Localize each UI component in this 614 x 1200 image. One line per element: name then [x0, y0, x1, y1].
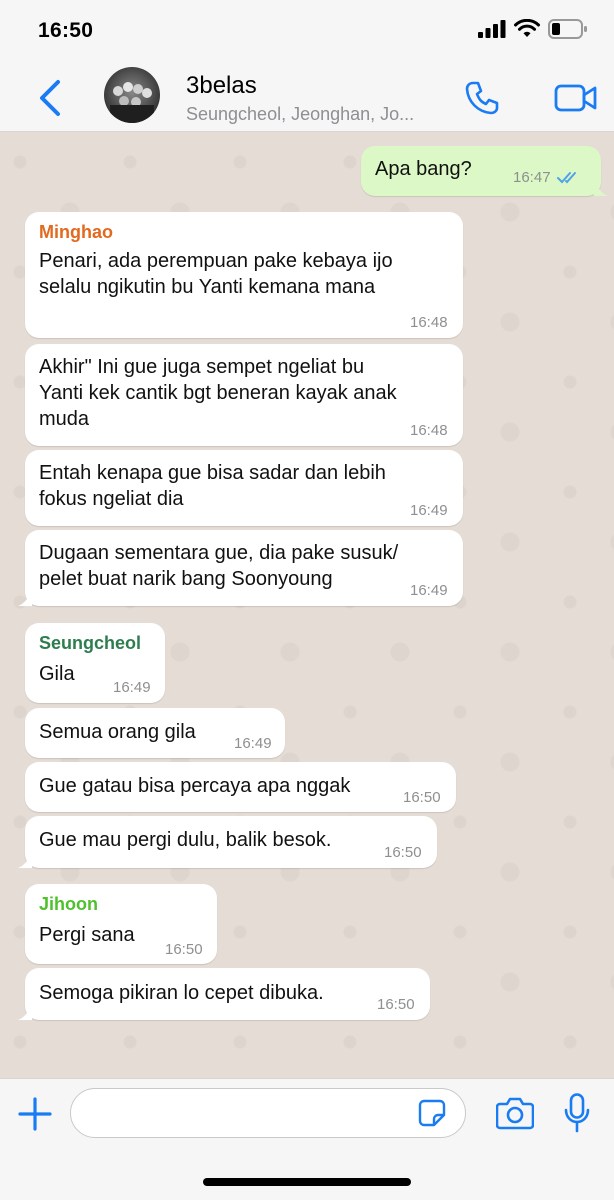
message-time: 16:50: [165, 941, 203, 958]
message-bubble-incoming[interactable]: Akhir" Ini gue juga sempet ngeliat bu Ya…: [25, 344, 463, 446]
message-text: Yanti kek cantik bgt beneran kayak anak: [39, 382, 397, 404]
sticker-icon: [418, 1099, 446, 1131]
message-text: Gue mau pergi dulu, balik besok.: [39, 829, 332, 851]
phone-icon: [464, 81, 500, 120]
microphone-icon: [564, 1093, 590, 1137]
bubble-tail: [18, 592, 32, 606]
message-list[interactable]: Apa bang? 16:47 Minghao Penari, ada pere…: [0, 132, 614, 1078]
bubble-tail: [18, 854, 32, 868]
message-time: 16:50: [377, 996, 415, 1013]
attach-button[interactable]: [18, 1097, 52, 1131]
message-text: Gue gatau bisa percaya apa nggak: [39, 775, 351, 797]
chat-header: 3belas Seungcheol, Jeonghan, Jo...: [0, 62, 614, 132]
camera-button[interactable]: [495, 1096, 535, 1130]
chevron-left-icon: [36, 80, 66, 122]
message-text: Semua orang gila: [39, 721, 196, 743]
back-button[interactable]: [36, 78, 66, 118]
message-time: 16:49: [113, 679, 151, 696]
message-text: Apa bang?: [375, 158, 472, 180]
message-text: Gila: [39, 663, 75, 685]
camera-icon: [495, 1097, 535, 1134]
sender-name: Minghao: [39, 222, 113, 242]
message-text: Akhir" Ini gue juga sempet ngeliat bu: [39, 356, 365, 378]
chat-participants[interactable]: Seungcheol, Jeonghan, Jo...: [186, 104, 452, 125]
message-time: 16:49: [234, 735, 272, 752]
message-time: 16:48: [410, 314, 448, 331]
message-text: Pergi sana: [39, 924, 135, 946]
message-bubble-incoming[interactable]: Entah kenapa gue bisa sadar dan lebih fo…: [25, 450, 463, 526]
message-time: 16:48: [410, 422, 448, 439]
message-time: 16:49: [410, 582, 448, 599]
message-text: Penari, ada perempuan pake kebaya ijo: [39, 250, 393, 272]
message-text: Entah kenapa gue bisa sadar dan lebih: [39, 462, 386, 484]
wifi-icon: [514, 18, 540, 43]
message-time: 16:50: [384, 844, 422, 861]
message-bubble-outgoing[interactable]: Apa bang? 16:47: [361, 146, 608, 196]
message-bubble-incoming[interactable]: Jihoon Pergi sana 16:50: [25, 884, 217, 964]
bubble-tail: [594, 182, 608, 196]
home-indicator: [203, 1178, 411, 1186]
message-bubble-incoming[interactable]: Dugaan sementara gue, dia pake susuk/ pe…: [18, 530, 463, 606]
message-text: Dugaan sementara gue, dia pake susuk/: [39, 542, 399, 564]
message-bubble-incoming[interactable]: Seungcheol Gila 16:49: [25, 623, 165, 703]
message-input[interactable]: [70, 1088, 466, 1138]
message-time: 16:47: [513, 169, 551, 186]
message-text: selalu ngikutin bu Yanti kemana mana: [39, 276, 376, 298]
message-bubble-incoming[interactable]: Gue mau pergi dulu, balik besok. 16:50: [18, 816, 437, 868]
bubble-tail: [18, 1006, 32, 1020]
voice-message-button[interactable]: [564, 1093, 590, 1133]
message-bubble-incoming[interactable]: Minghao Penari, ada perempuan pake kebay…: [25, 212, 463, 338]
message-time: 16:49: [410, 502, 448, 519]
status-icons: [478, 18, 588, 44]
video-camera-icon: [554, 84, 598, 118]
message-text: muda: [39, 408, 90, 430]
sticker-button[interactable]: [418, 1099, 446, 1127]
plus-icon: [18, 1097, 52, 1135]
message-text: pelet buat narik bang Soonyoung: [39, 568, 333, 590]
sender-name: Seungcheol: [39, 633, 142, 653]
status-bar: 16:50: [0, 0, 614, 62]
chat-title[interactable]: 3belas: [186, 72, 257, 100]
message-text: fokus ngeliat dia: [39, 488, 184, 510]
message-bubble-incoming[interactable]: Semua orang gila 16:49: [25, 708, 285, 758]
sender-name: Jihoon: [39, 894, 98, 914]
battery-icon: [548, 18, 588, 44]
message-text: Semoga pikiran lo cepet dibuka.: [39, 982, 324, 1004]
message-time: 16:50: [403, 789, 441, 806]
status-time: 16:50: [38, 19, 94, 42]
message-bubble-incoming[interactable]: Semoga pikiran lo cepet dibuka. 16:50: [18, 968, 430, 1020]
read-ticks-icon: [557, 170, 583, 191]
video-call-button[interactable]: [554, 82, 598, 114]
signal-icon: [478, 19, 506, 43]
group-avatar[interactable]: [104, 67, 160, 123]
message-bubble-incoming[interactable]: Gue gatau bisa percaya apa nggak 16:50: [25, 762, 456, 812]
voice-call-button[interactable]: [464, 80, 500, 116]
